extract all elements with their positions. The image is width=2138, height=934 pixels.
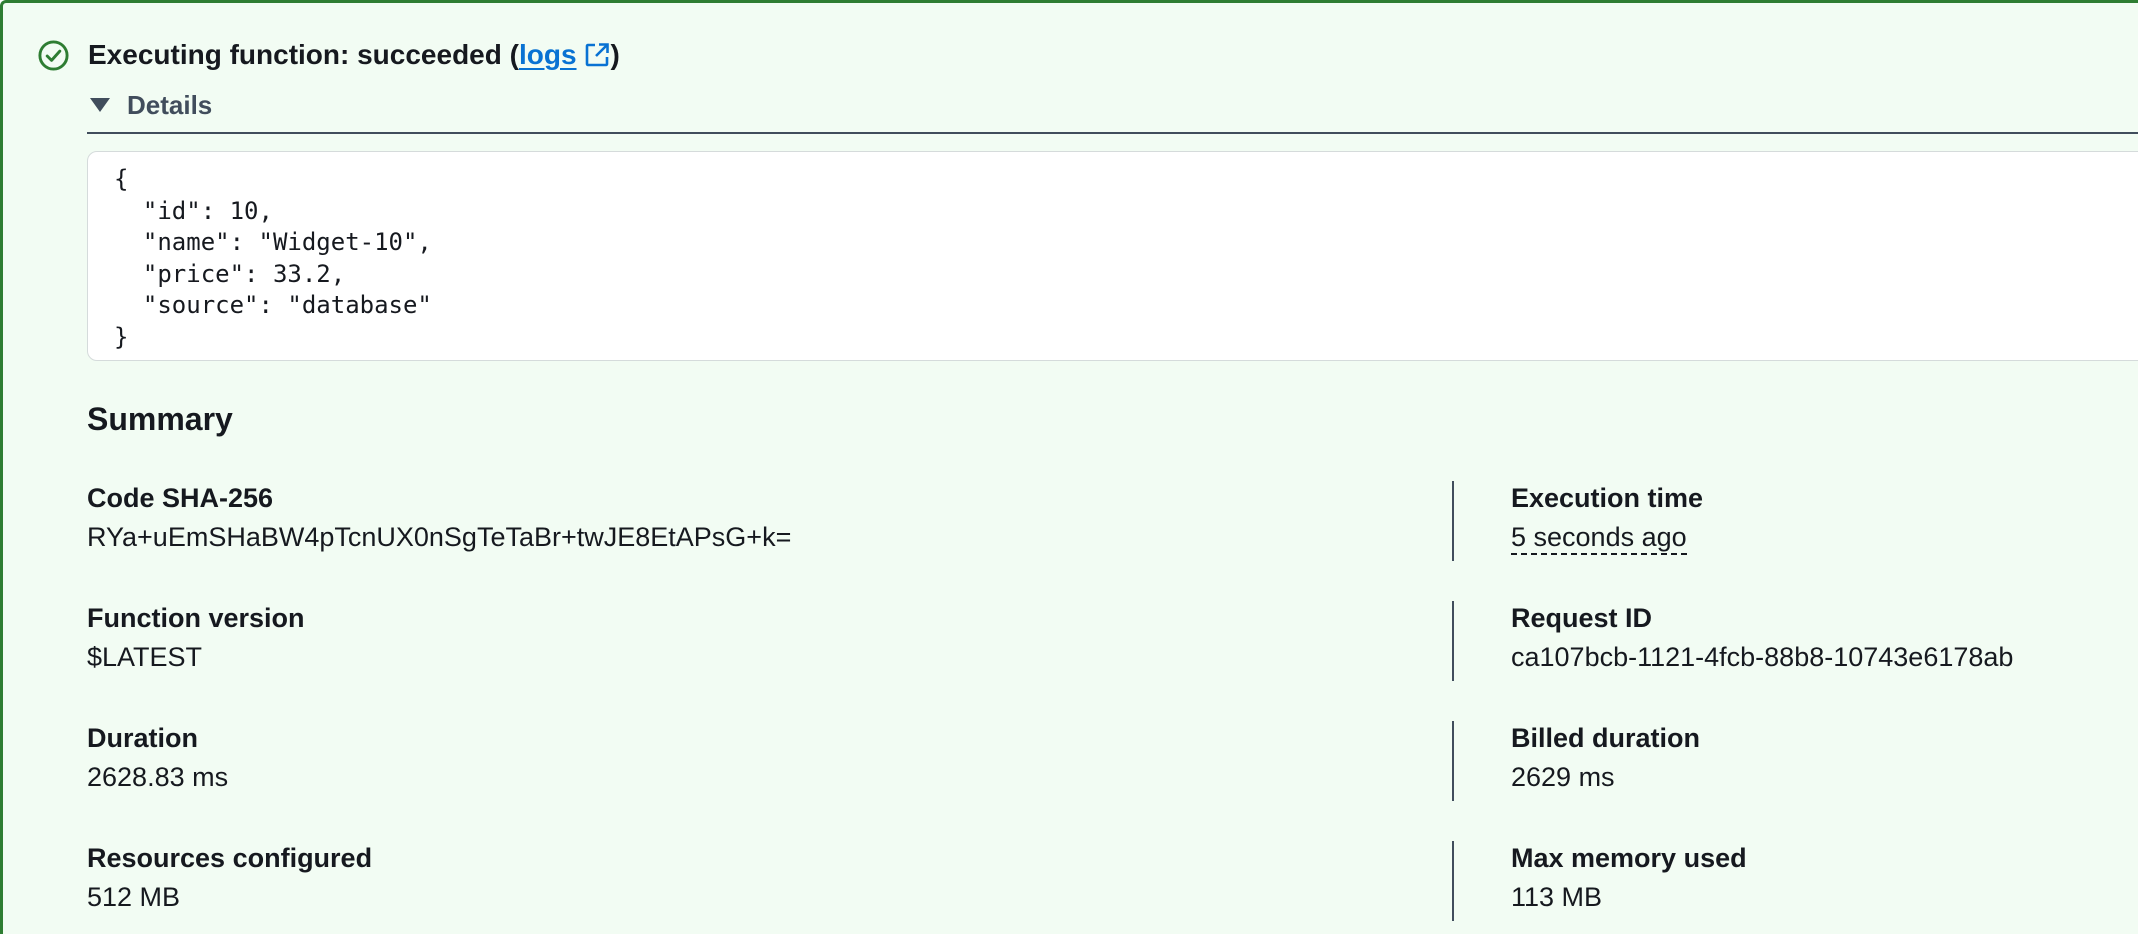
billed-duration-field: Billed duration 2629 ms: [1511, 721, 1700, 794]
field-value: 2628.83 ms: [87, 762, 229, 792]
function-version-field: Function version $LATEST: [87, 601, 305, 674]
column-divider: [1452, 601, 1454, 681]
field-label: Resources configured: [87, 843, 373, 873]
field-label: Request ID: [1511, 603, 1653, 633]
column-divider: [1452, 721, 1454, 801]
execution-time-field: Execution time 5 seconds ago: [1511, 481, 1704, 555]
field-label: Code SHA-256: [87, 483, 274, 513]
result-header: Executing function: succeeded (logs ): [37, 37, 620, 73]
field-label: Execution time: [1511, 483, 1704, 513]
execution-time-tooltip-trigger[interactable]: 5 seconds ago: [1511, 522, 1687, 555]
summary-row: Code SHA-256 RYa+uEmSHaBW4pTcnUX0nSgTeTa…: [87, 481, 2138, 561]
details-divider: [87, 132, 2138, 134]
field-value: ca107bcb-1121-4fcb-88b8-10743e6178ab: [1511, 642, 2014, 672]
duration-field: Duration 2628.83 ms: [87, 721, 228, 794]
request-id-field: Request ID ca107bcb-1121-4fcb-88b8-10743…: [1511, 601, 2013, 674]
max-memory-field: Max memory used 113 MB: [1511, 841, 1747, 914]
response-json: { "id": 10, "name": "Widget-10", "price"…: [114, 165, 432, 351]
resources-configured-field: Resources configured 512 MB: [87, 841, 372, 914]
summary-row: Duration 2628.83 ms Billed duration 2629…: [87, 721, 2138, 801]
external-link-icon[interactable]: [583, 41, 611, 69]
field-label: Function version: [87, 603, 305, 633]
field-value-wrap: 5 seconds ago: [1511, 520, 1703, 555]
field-label: Max memory used: [1511, 843, 1747, 873]
logs-link[interactable]: logs: [519, 39, 611, 71]
details-label[interactable]: Details: [127, 90, 212, 121]
field-label: Billed duration: [1511, 723, 1700, 753]
field-value: RYa+uEmSHaBW4pTcnUX0nSgTeTaBr+twJE8EtAPs…: [87, 522, 792, 552]
details-toggle[interactable]: Details: [89, 89, 212, 121]
caret-down-icon[interactable]: [89, 96, 111, 114]
field-label: Duration: [87, 723, 198, 753]
summary-row: Function version $LATEST Request ID ca10…: [87, 601, 2138, 681]
column-divider: [1452, 481, 1454, 561]
field-value: 2629 ms: [1511, 762, 1615, 792]
execution-result-panel: Executing function: succeeded (logs ) De…: [0, 0, 2138, 934]
column-divider: [1452, 841, 1454, 921]
check-circle-icon: [38, 39, 69, 71]
code-sha-field: Code SHA-256 RYa+uEmSHaBW4pTcnUX0nSgTeTa…: [87, 481, 791, 554]
field-value: 113 MB: [1511, 882, 1603, 912]
result-title-prefix: Executing function: succeeded (: [88, 39, 519, 70]
field-value: $LATEST: [87, 642, 203, 672]
summary-heading: Summary: [87, 401, 233, 437]
result-title-suffix: ): [610, 39, 620, 70]
result-title: Executing function: succeeded (logs ): [88, 39, 620, 71]
logs-link-label[interactable]: logs: [519, 39, 577, 71]
field-value: 512 MB: [87, 882, 181, 912]
response-output-box: { "id": 10, "name": "Widget-10", "price"…: [87, 151, 2138, 361]
summary-row: Resources configured 512 MB Max memory u…: [87, 841, 2138, 921]
